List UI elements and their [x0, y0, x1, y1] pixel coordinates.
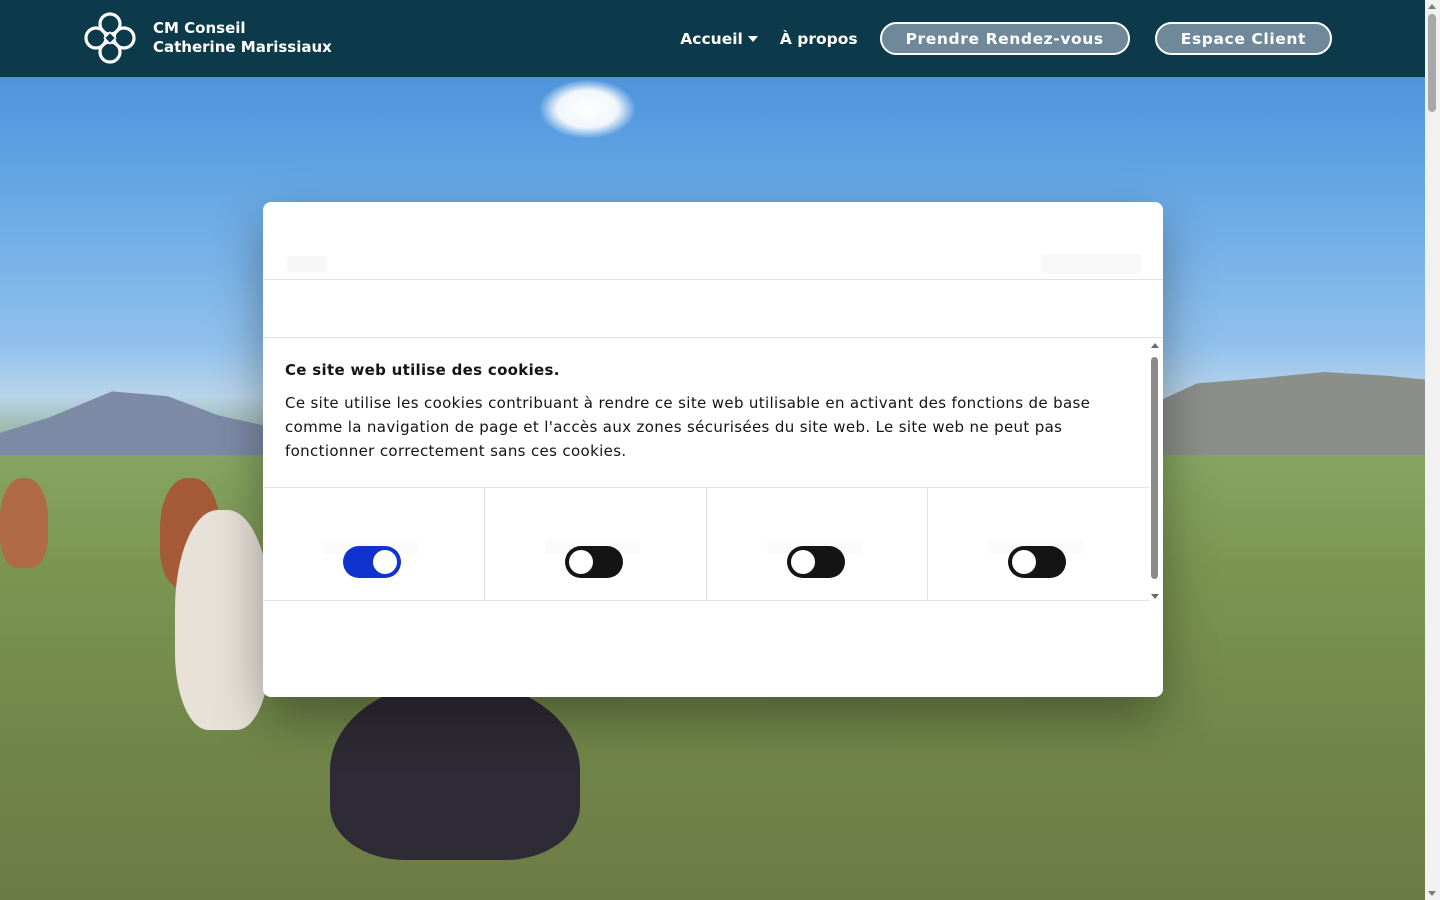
scroll-up-arrow-icon[interactable]	[1428, 4, 1436, 9]
dialog-footer	[263, 609, 1163, 697]
nav-home-dropdown[interactable]: Accueil	[680, 30, 758, 48]
cookie-description: Ce site utilise les cookies contribuant …	[285, 394, 1091, 460]
cookie-toggle-3[interactable]	[786, 546, 845, 578]
brand-line-2: Catherine Marissiaux	[153, 38, 332, 56]
brand-name: CM Conseil Catherine Marissiaux	[153, 19, 332, 57]
dialog-scrollbar-thumb[interactable]	[1151, 357, 1158, 579]
cookie-category-4	[928, 488, 1149, 600]
dialog-brand-placeholder	[1041, 254, 1141, 274]
cookie-toggle-2[interactable]	[564, 546, 623, 578]
site-header: CM Conseil Catherine Marissiaux Accueil …	[0, 0, 1425, 77]
cloud	[540, 80, 635, 138]
dialog-scroll-up-icon[interactable]	[1151, 343, 1159, 348]
toggle-knob	[373, 550, 397, 574]
cookie-category-2	[485, 488, 707, 600]
scrollbar-thumb[interactable]	[1428, 14, 1436, 112]
cookie-category-1	[263, 488, 485, 600]
client-area-button[interactable]: Espace Client	[1154, 22, 1332, 55]
cookie-title: Ce site web utilise des cookies.	[285, 361, 560, 379]
horse	[175, 510, 270, 730]
nav-about-link[interactable]: À propos	[780, 30, 858, 48]
cookie-toggle-1[interactable]	[343, 546, 401, 578]
dialog-scroll-down-icon[interactable]	[1151, 594, 1159, 599]
scroll-down-arrow-icon[interactable]	[1428, 891, 1436, 896]
main-nav: Accueil À propos Prendre Rendez-vous Esp…	[680, 22, 1332, 55]
mountains-right	[1160, 372, 1425, 467]
quatrefoil-logo-icon	[82, 10, 138, 66]
appointment-button[interactable]: Prendre Rendez-vous	[879, 22, 1130, 55]
cookie-consent-dialog: Ce site web utilise des cookies. Ce site…	[263, 202, 1163, 697]
dialog-logo-placeholder	[287, 256, 327, 272]
cookie-category-3	[707, 488, 929, 600]
cookie-toggle-4[interactable]	[1008, 546, 1067, 578]
toggle-knob	[1012, 550, 1037, 574]
toggle-knob	[568, 550, 593, 574]
mountains-left	[0, 391, 280, 465]
dialog-tabs-bar	[263, 280, 1163, 338]
dialog-header	[263, 202, 1163, 280]
brand-home-link[interactable]: CM Conseil Catherine Marissiaux	[82, 10, 332, 66]
dialog-scrollbar[interactable]	[1149, 343, 1161, 599]
horse	[0, 478, 48, 568]
dialog-body: Ce site web utilise des cookies. Ce site…	[263, 339, 1163, 609]
cookie-category-toggles	[263, 487, 1149, 601]
caret-down-icon	[747, 35, 758, 42]
nav-home-label: Accueil	[680, 29, 743, 48]
brand-line-1: CM Conseil	[153, 19, 246, 37]
horse	[330, 680, 580, 860]
page-scrollbar[interactable]	[1425, 0, 1440, 900]
toggle-knob	[790, 550, 815, 574]
